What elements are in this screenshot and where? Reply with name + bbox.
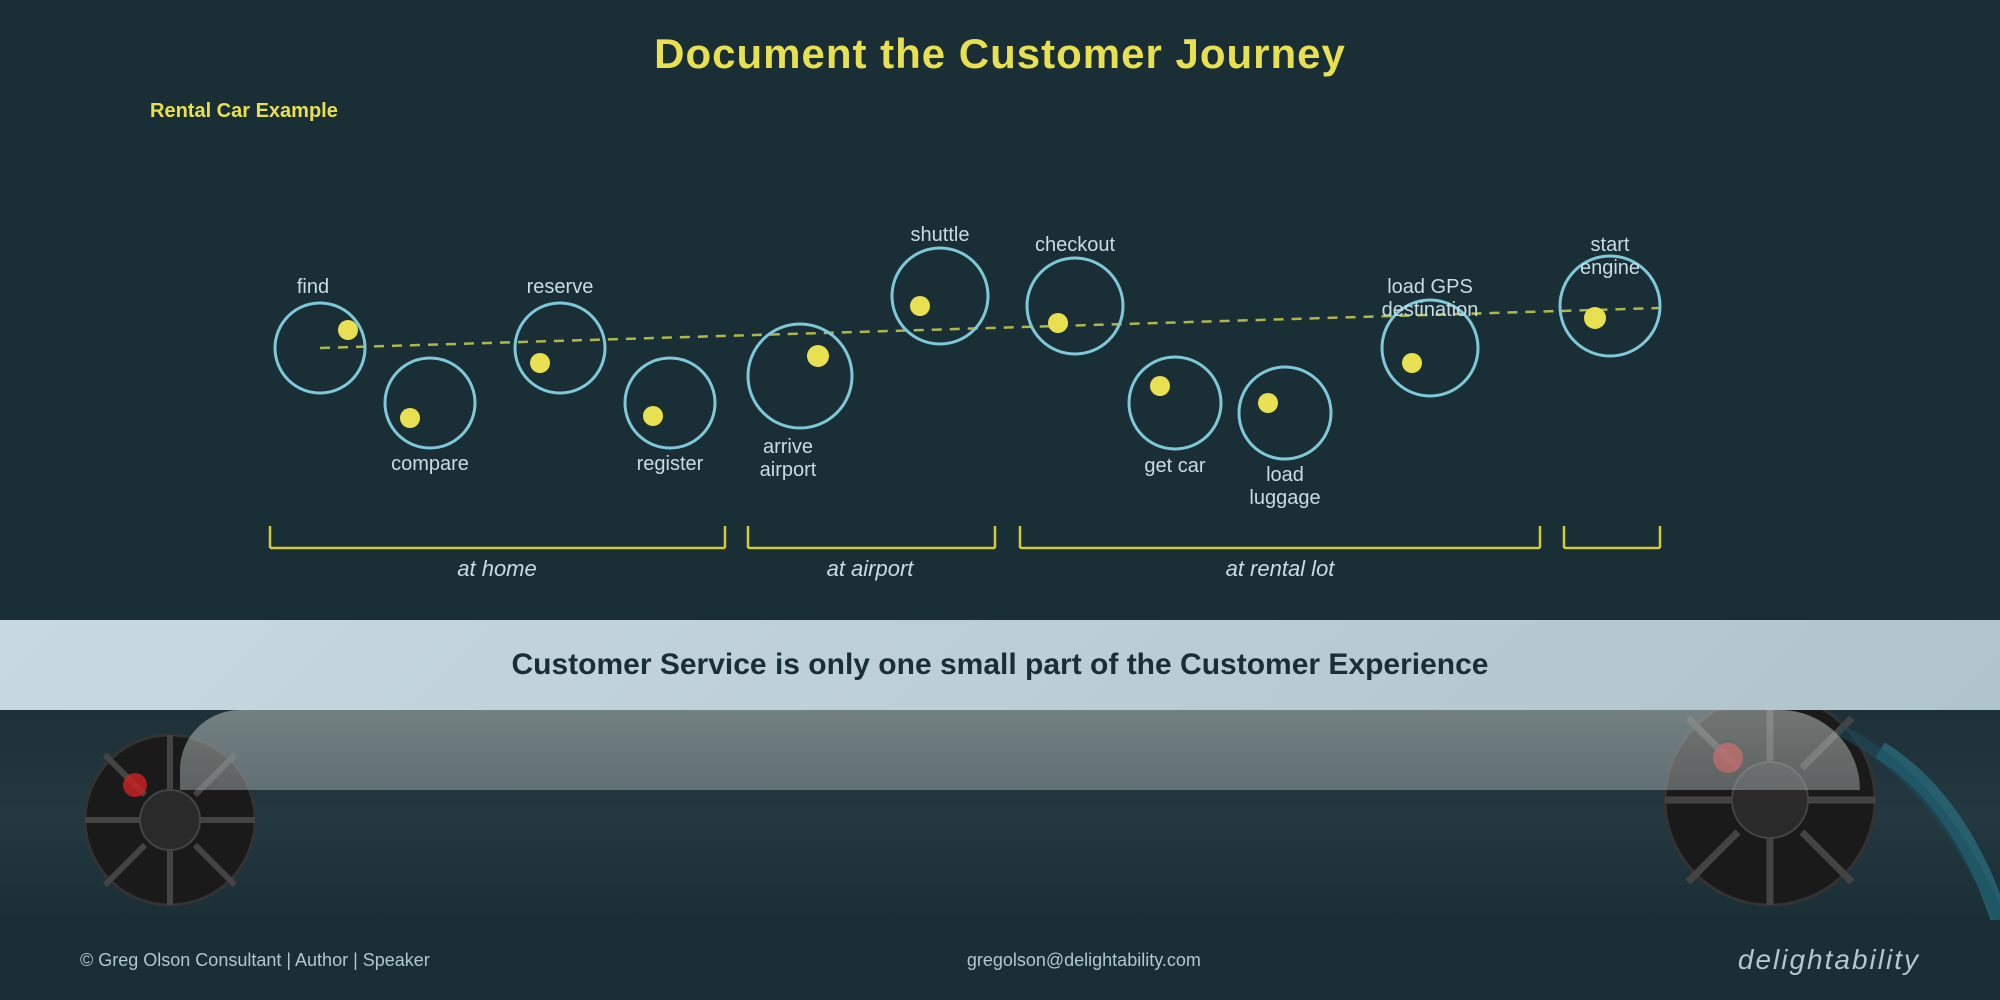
main-container: Document the Customer Journey Rental Car… [0, 0, 2000, 1000]
svg-text:load: load [1266, 464, 1304, 486]
footer: © Greg Olson Consultant | Author | Speak… [0, 920, 2000, 1000]
journey-svg: find compare reserve register arrive air… [60, 108, 1940, 588]
svg-text:get car: get car [1144, 455, 1205, 477]
footer-email: gregolson@delightability.com [967, 950, 1201, 971]
svg-text:start: start [1591, 234, 1630, 256]
top-section: Document the Customer Journey Rental Car… [0, 0, 2000, 620]
svg-text:luggage: luggage [1249, 487, 1320, 509]
footer-brand: delightability [1738, 944, 1920, 976]
svg-text:compare: compare [391, 453, 469, 475]
car-visual [0, 710, 2000, 920]
decoration-arc-icon [1800, 720, 2000, 920]
svg-text:register: register [637, 453, 704, 475]
svg-text:reserve: reserve [527, 276, 594, 298]
banner-text: Customer Service is only one small part … [512, 648, 1489, 682]
svg-text:find: find [297, 276, 329, 298]
footer-copyright: © Greg Olson Consultant | Author | Speak… [80, 950, 430, 971]
svg-text:at home: at home [457, 556, 537, 581]
svg-text:shuttle: shuttle [911, 224, 970, 246]
footer-brand-text: delightability [1738, 944, 1920, 975]
svg-text:checkout: checkout [1035, 234, 1115, 256]
svg-text:engine: engine [1580, 257, 1640, 279]
svg-text:airport: airport [760, 459, 817, 481]
car-section [0, 710, 2000, 920]
page-title: Document the Customer Journey [60, 30, 1940, 78]
svg-text:at airport: at airport [827, 556, 915, 581]
svg-text:arrive: arrive [763, 436, 813, 458]
banner: Customer Service is only one small part … [0, 620, 2000, 710]
journey-area: find compare reserve register arrive air… [60, 108, 1940, 588]
svg-text:load GPS: load GPS [1387, 276, 1473, 298]
svg-text:destination: destination [1382, 299, 1479, 321]
svg-text:at rental lot: at rental lot [1226, 556, 1336, 581]
